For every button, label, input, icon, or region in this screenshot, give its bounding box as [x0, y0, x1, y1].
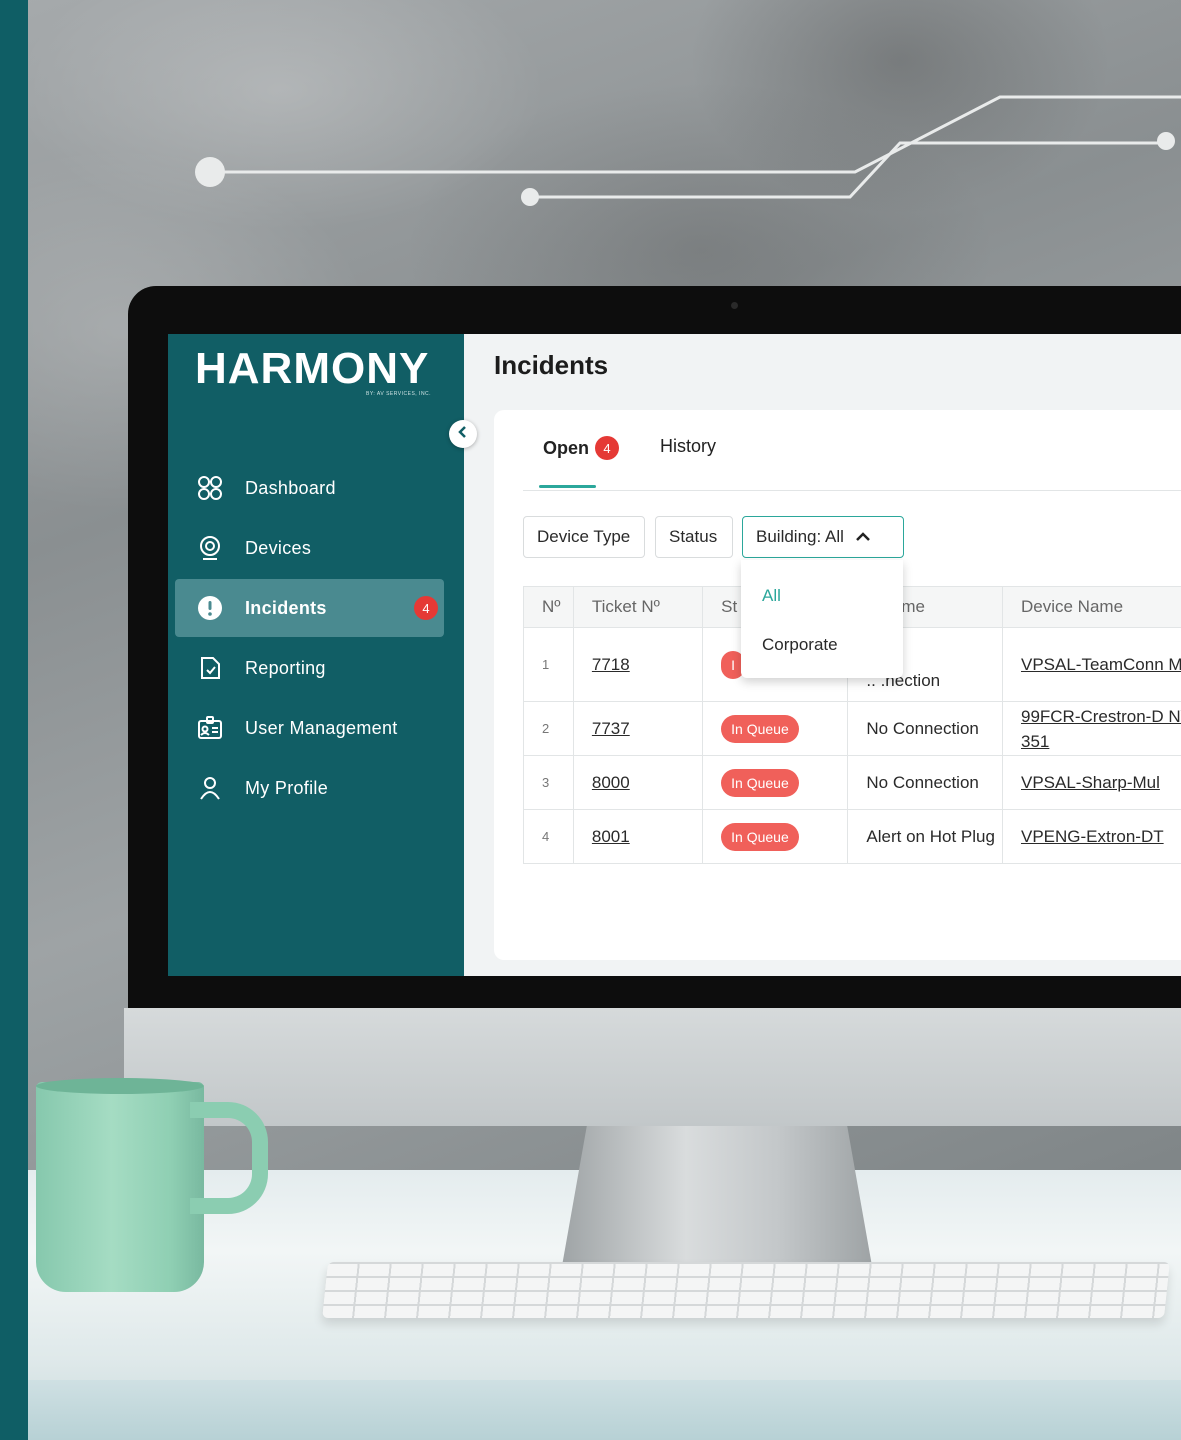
app-screen: HARMONY BY: AV SERVICES, INC. Dashboard …	[168, 334, 1181, 976]
fault-name: No Connection	[847, 755, 1003, 810]
sidebar-item-reporting[interactable]: Reporting	[175, 639, 444, 697]
keyboard	[322, 1262, 1170, 1318]
tab-label: History	[660, 436, 717, 456]
status-cell: In Queue	[702, 755, 849, 810]
tab-history[interactable]: History	[660, 436, 716, 457]
table-row: 3 8000 In Queue No Connection VPSAL-Shar…	[523, 755, 1181, 810]
devices-icon	[195, 533, 225, 563]
status-badge: In Queue	[721, 822, 799, 851]
dropdown-option-corporate[interactable]: Corporate	[762, 635, 838, 655]
device-cell: VPSAL-TeamConn M	[1001, 627, 1181, 702]
sidebar-item-label: Dashboard	[245, 477, 336, 498]
device-link[interactable]: VPSAL-TeamConn M	[1021, 655, 1181, 674]
sidebar-item-label: User Management	[245, 717, 398, 738]
column-header-number[interactable]: Nº	[523, 586, 574, 628]
building-filter-label: Building: All	[756, 527, 844, 546]
collapse-sidebar-button[interactable]	[449, 420, 477, 448]
harmony-logo: HARMONY	[195, 344, 430, 393]
ticket-cell: 8000	[572, 755, 704, 810]
ticket-link[interactable]: 7737	[592, 719, 630, 738]
ticket-cell: 7718	[572, 627, 704, 702]
sidebar-item-my-profile[interactable]: My Profile	[175, 759, 444, 817]
tab-open[interactable]: Open 4	[543, 436, 620, 460]
row-number: 4	[523, 809, 574, 864]
chevron-left-icon	[457, 425, 469, 443]
user-icon	[195, 773, 225, 803]
main-content: Incidents Open 4 History Device Type Sta…	[464, 334, 1181, 976]
building-filter[interactable]: Building: All	[742, 516, 904, 558]
chevron-up-icon	[856, 527, 870, 547]
ticket-cell: 8001	[572, 809, 704, 864]
mug-rim	[36, 1078, 204, 1094]
status-cell: In Queue	[702, 809, 849, 864]
sidebar-item-user-management[interactable]: User Management	[175, 699, 444, 757]
active-tab-indicator	[539, 485, 596, 488]
incidents-count-badge: 4	[414, 596, 438, 620]
logo-tagline: BY: AV SERVICES, INC.	[366, 391, 432, 397]
ticket-link[interactable]: 8001	[592, 827, 630, 846]
sidebar: HARMONY BY: AV SERVICES, INC. Dashboard …	[168, 334, 464, 976]
ticket-link[interactable]: 8000	[592, 773, 630, 792]
id-card-icon	[195, 713, 225, 743]
device-link[interactable]: 99FCR-Crestron-D NVX-351	[1021, 707, 1181, 751]
sidebar-item-label: Devices	[245, 537, 312, 558]
ticket-cell: 7737	[572, 701, 704, 756]
fault-name: Alert on Hot Plug	[847, 809, 1003, 864]
tab-label: Open	[543, 437, 590, 458]
status-filter[interactable]: Status	[655, 516, 733, 558]
table-row: 4 8001 In Queue Alert on Hot Plug VPENG-…	[523, 809, 1181, 864]
monitor-chin	[124, 1008, 1181, 1126]
alert-icon	[195, 593, 225, 623]
report-icon	[195, 653, 225, 683]
dashboard-icon	[195, 473, 225, 503]
device-link[interactable]: VPENG-Extron-DT	[1021, 827, 1164, 846]
left-brand-band	[0, 0, 28, 1440]
table-row: 2 7737 In Queue No Connection 99FCR-Cres…	[523, 701, 1181, 756]
device-type-filter[interactable]: Device Type	[523, 516, 645, 558]
column-header-ticket[interactable]: Ticket Nº	[572, 586, 704, 628]
sidebar-item-label: Incidents	[245, 597, 327, 618]
status-badge: In Queue	[721, 768, 799, 797]
open-count-badge: 4	[595, 436, 620, 460]
sidebar-item-dashboard[interactable]: Dashboard	[175, 459, 444, 517]
monitor-stand	[562, 1126, 872, 1266]
page-title: Incidents	[494, 350, 609, 380]
tabs-divider	[523, 490, 1181, 491]
desk-edge	[0, 1380, 1181, 1440]
dropdown-option-all[interactable]: All	[762, 586, 781, 606]
row-number: 3	[523, 755, 574, 810]
sidebar-item-devices[interactable]: Devices	[175, 519, 444, 577]
status-cell: In Queue	[702, 701, 849, 756]
row-number: 2	[523, 701, 574, 756]
status-badge: In Queue	[721, 714, 799, 743]
device-link[interactable]: VPSAL-Sharp-Mul	[1021, 773, 1160, 792]
column-header-device-name[interactable]: Device Name	[1001, 586, 1181, 628]
sidebar-item-incidents[interactable]: Incidents 4	[175, 579, 444, 637]
incidents-card: Open 4 History Device Type Status Buildi…	[494, 410, 1181, 960]
sidebar-item-label: Reporting	[245, 657, 326, 678]
mug-handle	[190, 1102, 268, 1214]
fault-name: No Connection	[847, 701, 1003, 756]
device-cell: VPSAL-Sharp-Mul	[1001, 755, 1181, 810]
ticket-link[interactable]: 7718	[592, 655, 630, 674]
building-dropdown-menu: All Corporate	[741, 560, 903, 678]
device-cell: VPENG-Extron-DT	[1001, 809, 1181, 864]
sidebar-item-label: My Profile	[245, 777, 329, 798]
green-mug	[36, 1082, 204, 1292]
camera-dot	[731, 302, 738, 309]
circuit-lines-decoration	[195, 95, 1181, 206]
row-number: 1	[523, 627, 574, 702]
device-cell: 99FCR-Crestron-D NVX-351	[1001, 701, 1181, 756]
